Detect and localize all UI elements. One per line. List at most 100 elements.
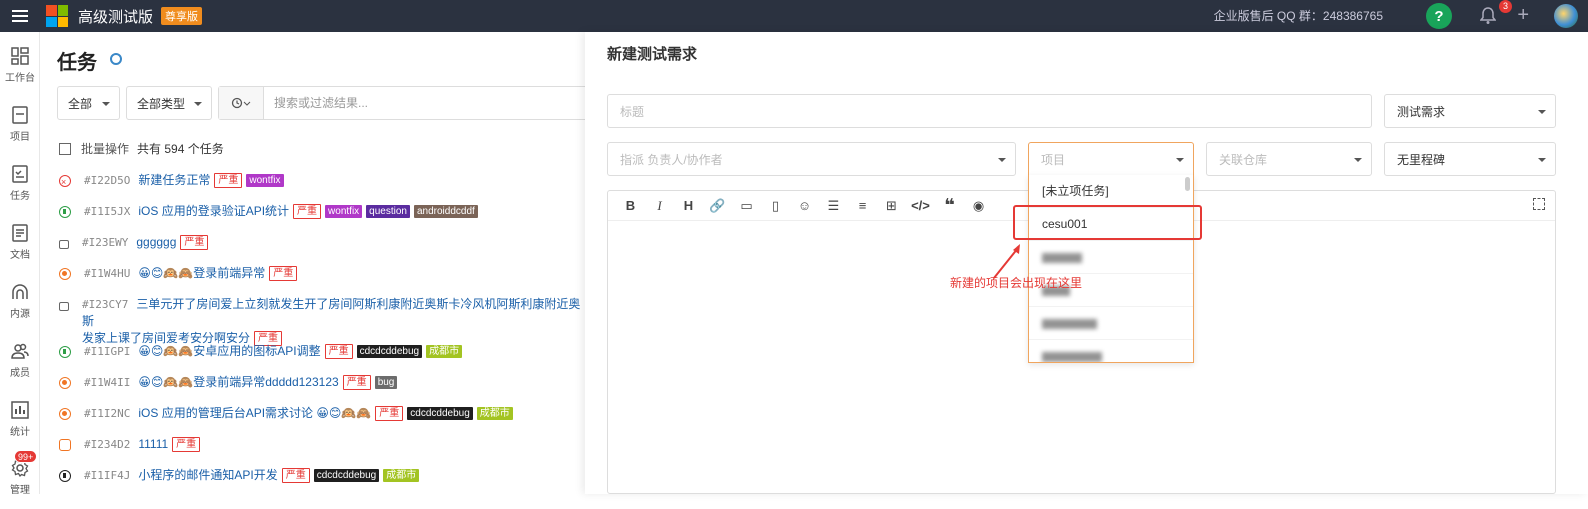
label-tag[interactable]: bug: [374, 376, 398, 390]
status-half-icon: [59, 470, 71, 482]
help-button[interactable]: ?: [1426, 3, 1452, 29]
milestone-value: 无里程碑: [1397, 152, 1446, 167]
title-field[interactable]: 标题: [607, 94, 1372, 128]
repo-select[interactable]: 关联仓库: [1206, 142, 1372, 176]
scope-filter-dropdown[interactable]: 全部: [57, 86, 120, 120]
app-title[interactable]: 高级测试版: [78, 6, 153, 27]
doc-icon: [12, 224, 28, 242]
avatar[interactable]: [1554, 4, 1578, 28]
quote-icon[interactable]: ❝: [935, 195, 964, 216]
task-row[interactable]: #I23EWY gggggg 严重: [59, 234, 209, 251]
label-tag[interactable]: wontfix: [325, 205, 363, 219]
hamburger-menu-icon[interactable]: [0, 0, 40, 32]
task-title-link[interactable]: iOS 应用的管理后台API需求讨论 😀😊🙉🙈: [138, 406, 371, 420]
task-row[interactable]: #I1I5JX iOS 应用的登录验证API统计 严重 wontfix question…: [59, 203, 478, 220]
task-title-link[interactable]: 😀😊🙉🙈登录前端异常ddddd123123: [138, 375, 338, 389]
task-row[interactable]: #I234D2 11111 严重: [59, 436, 201, 453]
project-option[interactable]: [未立项任务]: [1029, 175, 1193, 208]
label-tag[interactable]: cdcdcddebug: [356, 345, 423, 359]
settings-icon[interactable]: [110, 53, 122, 65]
task-row[interactable]: #I23CY7 三单元开了房间爱上立刻就发生开了房间阿斯利康附近奥斯卡冷风机阿斯利…: [59, 296, 585, 347]
sidebar-item-task[interactable]: 任务: [0, 160, 40, 215]
task-row[interactable]: #I1IGPI 😀😊🙉🙈安卓应用的图标API调整 严重 cdcdcddebug 成都市: [59, 343, 463, 360]
support-text: 企业版售后 QQ 群：248386765: [1213, 9, 1383, 23]
project-option-redacted[interactable]: [1029, 307, 1193, 340]
status-progress-icon: [59, 346, 71, 358]
type-filter-dropdown[interactable]: 全部类型: [126, 86, 212, 120]
sidebar-item-members[interactable]: 成员: [0, 337, 40, 392]
link-icon[interactable]: 🔗: [703, 198, 732, 214]
project-select[interactable]: 项目: [1028, 142, 1194, 176]
sidebar-item-innersource[interactable]: 内源: [0, 278, 40, 333]
project-option-redacted[interactable]: [1029, 241, 1193, 274]
project-option-redacted[interactable]: [1029, 340, 1193, 362]
task-title-link[interactable]: 新建任务正常: [138, 173, 210, 187]
task-title-link[interactable]: iOS 应用的登录验证API统计: [138, 204, 289, 218]
milestone-select[interactable]: 无里程碑: [1384, 142, 1556, 176]
chevron-down-icon: [1538, 110, 1546, 114]
task-id: #I1W4II: [84, 376, 131, 389]
emoji-icon[interactable]: ☺: [790, 198, 819, 213]
task-title-link[interactable]: gggggg: [136, 235, 176, 249]
task-content: #I1W4II 😀😊🙉🙈登录前端异常ddddd123123 严重 bug: [84, 374, 398, 391]
heading-icon[interactable]: H: [674, 198, 703, 213]
label-tag[interactable]: cdcdcddebug: [313, 469, 380, 483]
batch-edit-icon[interactable]: [59, 142, 71, 155]
sidebar-item-manage[interactable]: 99+ 管理: [0, 450, 40, 509]
label-tag[interactable]: wontfix: [246, 174, 284, 188]
bell-icon[interactable]: [1480, 6, 1496, 26]
file-icon[interactable]: ▯: [761, 198, 790, 214]
table-icon[interactable]: ⊞: [877, 198, 906, 214]
preview-eye-icon[interactable]: ◉: [964, 198, 993, 214]
task-row[interactable]: #I1W4II 😀😊🙉🙈登录前端异常ddddd123123 严重 bug: [59, 374, 398, 391]
task-id: #I23EWY: [82, 236, 129, 249]
label-tag[interactable]: cdcdcddebug: [407, 407, 473, 421]
status-rejected-icon: ×: [59, 175, 71, 187]
label-tag[interactable]: 成都市: [426, 345, 463, 359]
task-id: #I22D5O: [84, 174, 131, 187]
status-doing-icon: [59, 268, 71, 280]
italic-icon[interactable]: I: [645, 198, 674, 214]
severity-tag: 严重: [172, 437, 201, 453]
add-button[interactable]: +: [1517, 3, 1529, 27]
title-placeholder: 标题: [620, 104, 645, 119]
task-title-link[interactable]: 😀😊🙉🙈登录前端异常: [138, 266, 265, 280]
batch-action-link[interactable]: 批量操作: [81, 140, 129, 157]
batch-bar: 批量操作 共有 594 个任务: [59, 140, 224, 157]
code-icon[interactable]: </>: [906, 198, 935, 213]
label-tag[interactable]: question: [366, 205, 410, 219]
image-icon[interactable]: ▭: [732, 198, 761, 214]
search-input[interactable]: [264, 96, 564, 110]
sidebar-item-dashboard[interactable]: 工作台: [0, 42, 40, 97]
task-row[interactable]: #I1IF4J 小程序的邮件通知API开发 严重 cdcdcddebug 成都市: [59, 467, 420, 484]
label-tag[interactable]: 成都市: [383, 469, 420, 483]
task-title-link[interactable]: 小程序的邮件通知API开发: [138, 468, 277, 482]
task-title-link[interactable]: 三单元开了房间爱上立刻就发生开了房间阿斯利康附近奥斯卡冷风机阿斯利康附近奥斯: [82, 297, 580, 328]
severity-tag: 严重: [293, 204, 322, 220]
task-row[interactable]: #I1W4HU 😀😊🙉🙈登录前端异常 严重: [59, 265, 298, 282]
sidebar-item-stats[interactable]: 统计: [0, 396, 40, 451]
type-select[interactable]: 测试需求: [1384, 94, 1556, 128]
sidebar-item-label: 内源: [10, 309, 30, 320]
chevron-down-icon: [998, 158, 1006, 162]
task-row[interactable]: #I1I2NC iOS 应用的管理后台API需求讨论 😀😊🙉🙈 严重 cdcdcdde…: [59, 405, 513, 422]
label-tag[interactable]: androiddcddf: [413, 205, 478, 219]
task-title-link[interactable]: 😀😊🙉🙈安卓应用的图标API调整: [138, 344, 320, 358]
task-title-link[interactable]: 11111: [138, 437, 168, 451]
assignee-select[interactable]: 指派 负责人/协作者: [607, 142, 1016, 176]
history-dropdown[interactable]: [219, 87, 264, 119]
task-content: #I23EWY gggggg 严重: [82, 234, 209, 251]
dropdown-scrollbar[interactable]: [1185, 177, 1190, 191]
task-content: #I234D2 11111 严重: [84, 436, 201, 453]
label-tag[interactable]: 成都市: [476, 407, 513, 421]
chevron-down-icon: [102, 102, 110, 106]
task-content: #I1W4HU 😀😊🙉🙈登录前端异常 严重: [84, 265, 298, 282]
sidebar-item-doc[interactable]: 文档: [0, 219, 40, 274]
bulleted-list-icon[interactable]: ☰: [819, 198, 848, 214]
sidebar-item-project[interactable]: 项目: [0, 101, 40, 156]
fullscreen-icon[interactable]: [1533, 198, 1545, 210]
task-row[interactable]: × #I22D5O 新建任务正常 严重 wontfix: [59, 172, 284, 189]
chevron-down-icon: [194, 102, 202, 106]
bold-icon[interactable]: B: [616, 198, 645, 213]
numbered-list-icon[interactable]: ≡: [848, 198, 877, 213]
